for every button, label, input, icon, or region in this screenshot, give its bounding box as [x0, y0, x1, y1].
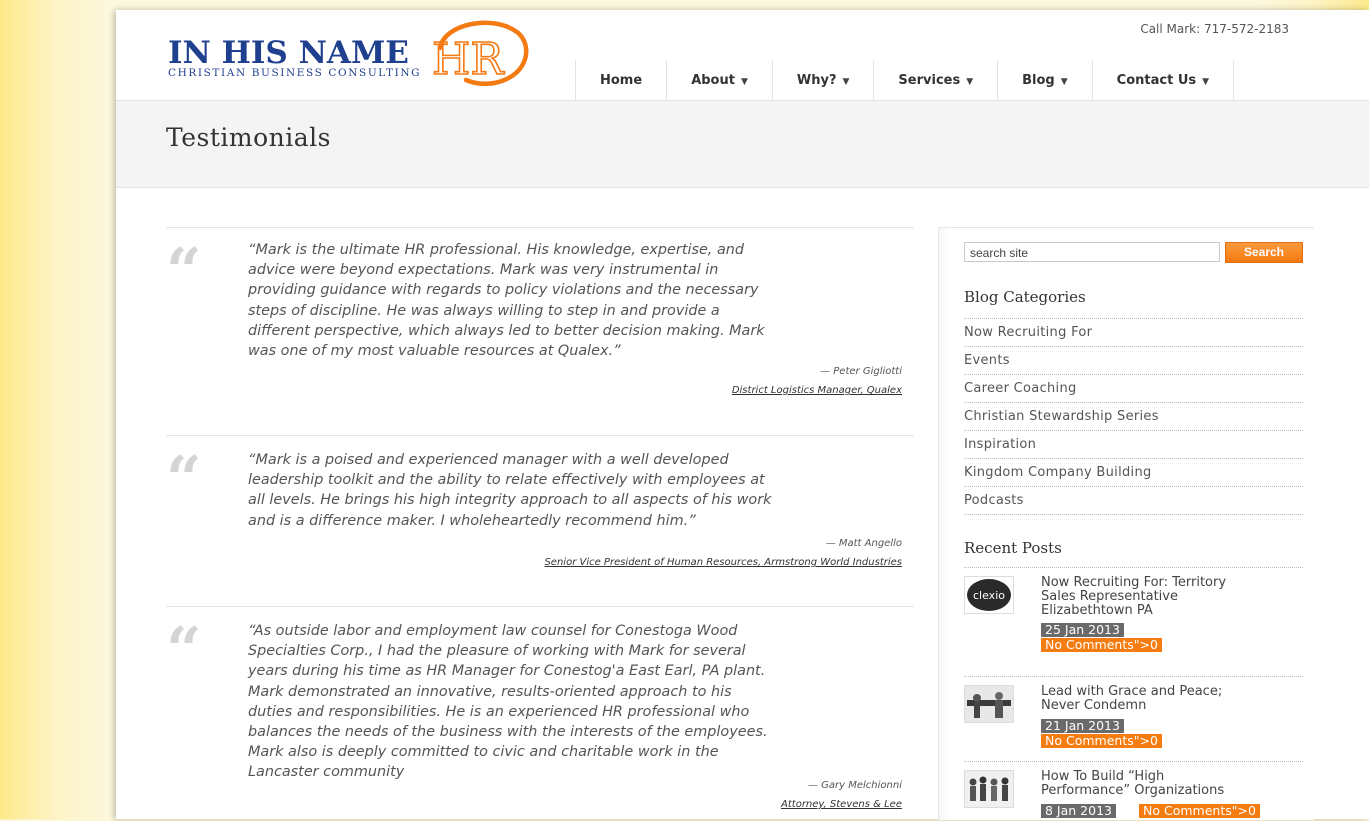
nav-label: Services: [898, 73, 961, 88]
quote-line: Specialties Corp., I had the pleasure of…: [248, 643, 746, 660]
nav-contact[interactable]: Contact Us ▼: [1093, 60, 1235, 100]
quote-line: balances the needs of the business with …: [248, 724, 768, 741]
quote-line: “Mark is the ultimate HR professional. H…: [248, 242, 745, 258]
chevron-down-icon: ▼: [966, 77, 974, 87]
svg-text:clexio: clexio: [973, 589, 1005, 602]
call-number: Call Mark: 717-572-2183: [1140, 22, 1289, 36]
photo-thumbnail-icon: [965, 686, 1013, 722]
search-input[interactable]: search site: [964, 242, 1220, 262]
post-title-line: Performance” Organizations: [1041, 783, 1225, 798]
post-title-line: Lead with Grace and Peace;: [1041, 684, 1223, 699]
testimonial-author: — Gary Melchionni: [807, 780, 902, 791]
quote-line: leadership toolkit and the ability to re…: [248, 472, 765, 489]
comments-link[interactable]: No Comments">0: [1041, 638, 1162, 652]
category-link[interactable]: Events: [964, 346, 1303, 374]
logo-title: IN HIS NAME: [168, 35, 409, 71]
category-link[interactable]: Career Coaching: [964, 374, 1303, 402]
recent-post: clexio Now Recruiting For: Territory Sal…: [964, 567, 1303, 665]
categories-heading: Blog Categories: [964, 288, 1086, 306]
testimonial-quote: “Mark is a poised and experienced manage…: [248, 450, 908, 531]
testimonial: “ “Mark is the ultimate HR professional.…: [166, 227, 914, 416]
chevron-down-icon: ▼: [740, 77, 748, 87]
category-link[interactable]: Now Recruiting For: [964, 318, 1303, 346]
quote-line: advice were beyond expectations. Mark wa…: [248, 262, 719, 279]
page-title: Testimonials: [166, 123, 331, 152]
category-link[interactable]: Inspiration: [964, 430, 1303, 458]
recent-post: Lead with Grace and Peace; Never Condemn…: [964, 676, 1303, 761]
post-date: 21 Jan 2013: [1041, 719, 1124, 733]
post-date: 8 Jan 2013: [1041, 804, 1116, 818]
quote-line: “As outside labor and employment law cou…: [248, 623, 738, 639]
quote-icon: “: [166, 234, 202, 307]
page-container: HR IN HIS NAME CHRISTIAN BUSINESS CONSUL…: [116, 10, 1369, 820]
quote-icon: “: [166, 442, 202, 515]
post-thumbnail[interactable]: [964, 685, 1014, 723]
quote-line: providing guidance with regards to polic…: [248, 282, 759, 299]
post-title-line: Elizabethtown PA: [1041, 603, 1153, 618]
category-list: Now Recruiting For Events Career Coachin…: [964, 318, 1303, 515]
post-title-line: How To Build “High: [1041, 769, 1165, 784]
testimonial-role-link[interactable]: Attorney, Stevens & Lee: [781, 799, 902, 810]
testimonial-quote: “Mark is the ultimate HR professional. H…: [248, 240, 908, 361]
quote-line: “Mark is a poised and experienced manage…: [248, 452, 729, 468]
quote-line: duties and responsibilities. He is an ex…: [248, 703, 750, 720]
category-link[interactable]: Kingdom Company Building: [964, 458, 1303, 486]
post-date: 25 Jan 2013: [1041, 623, 1124, 637]
testimonial-quote: “As outside labor and employment law cou…: [248, 621, 908, 783]
chevron-down-icon: ▼: [1060, 77, 1068, 87]
category-link[interactable]: Podcasts: [964, 486, 1303, 515]
comments-link[interactable]: No Comments">0: [1041, 734, 1162, 748]
recent-post: How To Build “High Performance” Organiza…: [964, 761, 1303, 821]
recent-posts-heading: Recent Posts: [964, 539, 1062, 557]
post-thumbnail[interactable]: [964, 770, 1014, 808]
post-thumbnail[interactable]: clexio: [964, 576, 1014, 614]
main-nav: Home About ▼ Why? ▼ Services ▼ Blog ▼ Contac…: [575, 60, 1235, 100]
quote-icon: “: [166, 613, 202, 686]
nav-about[interactable]: About ▼: [667, 60, 773, 100]
quote-line: years during his time as HR Manager for …: [248, 663, 766, 680]
testimonial-role-link[interactable]: Senior Vice President of Human Resources…: [544, 557, 902, 568]
site-header: HR IN HIS NAME CHRISTIAN BUSINESS CONSUL…: [116, 10, 1369, 101]
comments-link[interactable]: No Comments">0: [1139, 804, 1260, 818]
post-title-link[interactable]: Lead with Grace and Peace; Never Condemn: [1041, 685, 1301, 713]
quote-line: and is a difference maker. I wholehearte…: [248, 512, 696, 529]
nav-label: Home: [600, 73, 643, 88]
nav-home[interactable]: Home: [576, 60, 668, 100]
logo-subtitle: CHRISTIAN BUSINESS CONSULTING: [168, 67, 422, 79]
search-button[interactable]: Search: [1225, 242, 1303, 263]
nav-label: About: [691, 73, 735, 88]
post-title-link[interactable]: How To Build “High Performance” Organiza…: [1041, 770, 1301, 798]
post-title-line: Sales Representative: [1041, 589, 1178, 604]
category-link[interactable]: Christian Stewardship Series: [964, 402, 1303, 430]
svg-text:HR: HR: [432, 34, 505, 85]
testimonial: “ “As outside labor and employment law c…: [166, 606, 914, 820]
testimonial-author: — Matt Angello: [825, 538, 902, 549]
hr-logo-mark: HR: [431, 20, 529, 86]
title-band: Testimonials: [116, 101, 1369, 188]
group-photo-icon: [965, 771, 1013, 807]
quote-line: different perspective, which always led …: [248, 322, 765, 339]
quote-line: Mark demonstrated an innovative, results…: [248, 683, 732, 700]
nav-why[interactable]: Why? ▼: [773, 60, 875, 100]
nav-blog[interactable]: Blog ▼: [998, 60, 1093, 100]
post-title-link[interactable]: Now Recruiting For: Territory Sales Repr…: [1041, 576, 1301, 618]
testimonial: “ “Mark is a poised and experienced mana…: [166, 435, 914, 584]
quote-line: steps of discipline. He was always willi…: [248, 302, 720, 319]
quote-line: all levels. He brings his high integrity…: [248, 492, 772, 509]
testimonial-role-link[interactable]: District Logistics Manager, Qualex: [732, 385, 902, 396]
post-title-line: Never Condemn: [1041, 698, 1147, 713]
clexio-logo-icon: clexio: [967, 579, 1011, 611]
nav-label: Blog: [1022, 73, 1055, 88]
nav-label: Contact Us: [1116, 73, 1197, 88]
site-logo[interactable]: HR IN HIS NAME CHRISTIAN BUSINESS CONSUL…: [168, 18, 529, 90]
nav-label: Why?: [796, 73, 837, 88]
sidebar: search site Search Blog Categories Now R…: [938, 227, 1314, 820]
chevron-down-icon: ▼: [842, 77, 850, 87]
nav-services[interactable]: Services ▼: [874, 60, 999, 100]
testimonial-author: — Peter Gigliotti: [820, 366, 902, 377]
chevron-down-icon: ▼: [1202, 77, 1210, 87]
quote-line: was one of my most valuable resources at…: [248, 343, 621, 360]
post-title-line: Now Recruiting For: Territory: [1041, 575, 1227, 590]
quote-line: Mark also is deeply committed to civic a…: [248, 744, 719, 761]
